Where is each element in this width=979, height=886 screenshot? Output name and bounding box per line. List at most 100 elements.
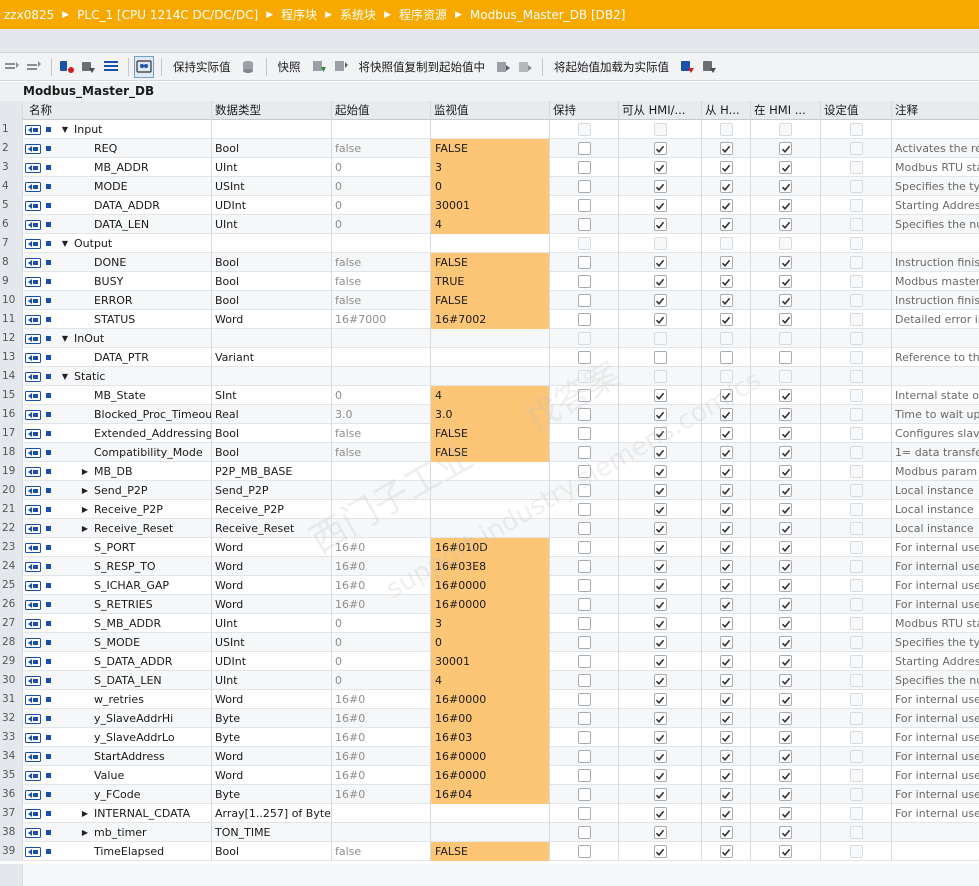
collapse-triangle-icon[interactable]: ▶ <box>79 500 91 519</box>
start-value-cell[interactable]: 16#0 <box>332 595 431 614</box>
retain-checkbox[interactable] <box>577 750 591 763</box>
hmi-accessible-checkbox[interactable] <box>653 332 667 345</box>
hmi-visible-checkbox[interactable] <box>779 161 792 174</box>
comment-cell[interactable]: For internal use <box>892 747 979 766</box>
retain-checkbox[interactable] <box>577 446 591 459</box>
hmi-writable-checkbox[interactable] <box>719 636 733 649</box>
start-value-cell[interactable] <box>332 367 431 386</box>
start-value-cell[interactable] <box>332 348 431 367</box>
name-cell[interactable]: w_retries <box>23 690 212 709</box>
setpoint-checkbox[interactable] <box>849 712 863 725</box>
hmi-writable-checkbox[interactable] <box>719 142 733 155</box>
hmi-visible-checkbox[interactable] <box>779 237 792 250</box>
hmi-visible-checkbox[interactable] <box>779 826 792 839</box>
data-type-cell[interactable]: Receive_Reset <box>212 519 332 538</box>
monitor-value-cell[interactable] <box>431 329 550 348</box>
hmi-accessible-checkbox[interactable] <box>653 636 667 649</box>
hmi-visible-checkbox[interactable] <box>779 294 792 307</box>
monitor-value-cell[interactable]: FALSE <box>431 291 550 310</box>
start-value-cell[interactable]: 3.0 <box>332 405 431 424</box>
retain-checkbox[interactable] <box>577 579 591 592</box>
expand-triangle-icon[interactable]: ▼ <box>59 234 71 253</box>
setpoint-checkbox[interactable] <box>849 408 863 421</box>
start-value-cell[interactable]: 0 <box>332 196 431 215</box>
retain-checkbox[interactable] <box>577 522 591 535</box>
hmi-accessible-checkbox[interactable] <box>653 560 667 573</box>
monitor-value-cell[interactable]: 16#03E8 <box>431 557 550 576</box>
data-type-cell[interactable]: Word <box>212 766 332 785</box>
retain-checkbox[interactable] <box>577 826 591 839</box>
list-view-icon[interactable] <box>101 56 121 78</box>
name-cell[interactable]: ▼ Static <box>23 367 212 386</box>
load-start-as-actual-button[interactable]: 将起始值加载为实际值 <box>548 56 675 78</box>
hmi-visible-checkbox[interactable] <box>779 408 792 421</box>
comment-cell[interactable]: For internal use <box>892 728 979 747</box>
start-value-cell[interactable] <box>332 823 431 842</box>
table-row[interactable]: 33 y_SlaveAddrLo Byte 16#0 16#03 For internal… <box>0 728 979 747</box>
hmi-visible-checkbox[interactable] <box>779 769 792 782</box>
hmi-visible-checkbox[interactable] <box>779 446 792 459</box>
hmi-writable-checkbox[interactable] <box>719 617 733 630</box>
retain-checkbox[interactable] <box>577 541 591 554</box>
start-value-cell[interactable]: 0 <box>332 215 431 234</box>
table-row[interactable]: 37 ▶ INTERNAL_CDATA Array[1..257] of Byte Fo… <box>0 804 979 823</box>
header-retain[interactable]: 保持 <box>550 101 619 120</box>
name-cell[interactable]: S_PORT <box>23 538 212 557</box>
start-value-cell[interactable]: 16#0 <box>332 538 431 557</box>
hmi-accessible-checkbox[interactable] <box>653 180 667 193</box>
hmi-accessible-checkbox[interactable] <box>653 142 667 155</box>
data-type-cell[interactable]: Bool <box>212 842 332 861</box>
retain-checkbox[interactable] <box>577 199 591 212</box>
comment-cell[interactable]: For internal use <box>892 785 979 804</box>
retain-checkbox[interactable] <box>577 332 591 345</box>
monitor-value-cell[interactable]: 30001 <box>431 196 550 215</box>
hmi-accessible-checkbox[interactable] <box>653 826 667 839</box>
setpoint-checkbox[interactable] <box>849 427 863 440</box>
retain-checkbox[interactable] <box>577 655 591 668</box>
hmi-writable-checkbox[interactable] <box>719 294 733 307</box>
start-value-cell[interactable]: 16#0 <box>332 728 431 747</box>
copy-snapshot-to-start-button[interactable]: 将快照值复制到起始值中 <box>353 56 492 78</box>
setpoint-checkbox[interactable] <box>849 446 863 459</box>
comment-cell[interactable] <box>892 842 979 861</box>
monitor-value-cell[interactable] <box>431 348 550 367</box>
retain-checkbox[interactable] <box>577 712 591 725</box>
expand-triangle-icon[interactable]: ▼ <box>59 120 71 139</box>
collapse-triangle-icon[interactable]: ▶ <box>79 804 91 823</box>
hmi-accessible-checkbox[interactable] <box>653 484 667 497</box>
comment-cell[interactable]: For internal use <box>892 576 979 595</box>
retain-checkbox[interactable] <box>577 465 591 478</box>
retain-checkbox[interactable] <box>577 275 591 288</box>
hmi-writable-checkbox[interactable] <box>719 503 733 516</box>
retain-checkbox[interactable] <box>577 313 591 326</box>
retain-checkbox[interactable] <box>577 598 591 611</box>
hmi-visible-checkbox[interactable] <box>779 636 792 649</box>
name-cell[interactable]: ▼ Input <box>23 120 212 139</box>
table-row[interactable]: 11 STATUS Word 16#7000 16#7002 Detailed error… <box>0 310 979 329</box>
name-cell[interactable]: S_RETRIES <box>23 595 212 614</box>
name-cell[interactable]: Value <box>23 766 212 785</box>
add-row-icon[interactable] <box>24 56 44 78</box>
hmi-writable-checkbox[interactable] <box>719 237 733 250</box>
comment-cell[interactable]: Local instance <box>892 519 979 538</box>
load-db-gray-icon[interactable] <box>699 56 719 78</box>
name-cell[interactable]: MB_ADDR <box>23 158 212 177</box>
monitor-value-cell[interactable]: 16#0000 <box>431 747 550 766</box>
setpoint-checkbox[interactable] <box>849 560 863 573</box>
name-cell[interactable]: ▶ Receive_P2P <box>23 500 212 519</box>
name-cell[interactable]: S_DATA_ADDR <box>23 652 212 671</box>
comment-cell[interactable]: Starting Addres <box>892 196 979 215</box>
start-value-cell[interactable]: false <box>332 139 431 158</box>
monitor-value-cell[interactable]: 3.0 <box>431 405 550 424</box>
monitor-value-cell[interactable]: 16#00 <box>431 709 550 728</box>
data-type-cell[interactable]: USInt <box>212 177 332 196</box>
name-cell[interactable]: y_FCode <box>23 785 212 804</box>
table-row[interactable]: 10 ERROR Bool false FALSE Instruction finis <box>0 291 979 310</box>
name-cell[interactable]: Extended_Addressing <box>23 424 212 443</box>
monitor-value-cell[interactable]: 4 <box>431 671 550 690</box>
table-row[interactable]: 39 TimeElapsed Bool false FALSE <box>0 842 979 861</box>
monitor-value-cell[interactable] <box>431 519 550 538</box>
hmi-accessible-checkbox[interactable] <box>653 370 667 383</box>
data-type-cell[interactable]: TON_TIME <box>212 823 332 842</box>
hmi-writable-checkbox[interactable] <box>719 180 733 193</box>
